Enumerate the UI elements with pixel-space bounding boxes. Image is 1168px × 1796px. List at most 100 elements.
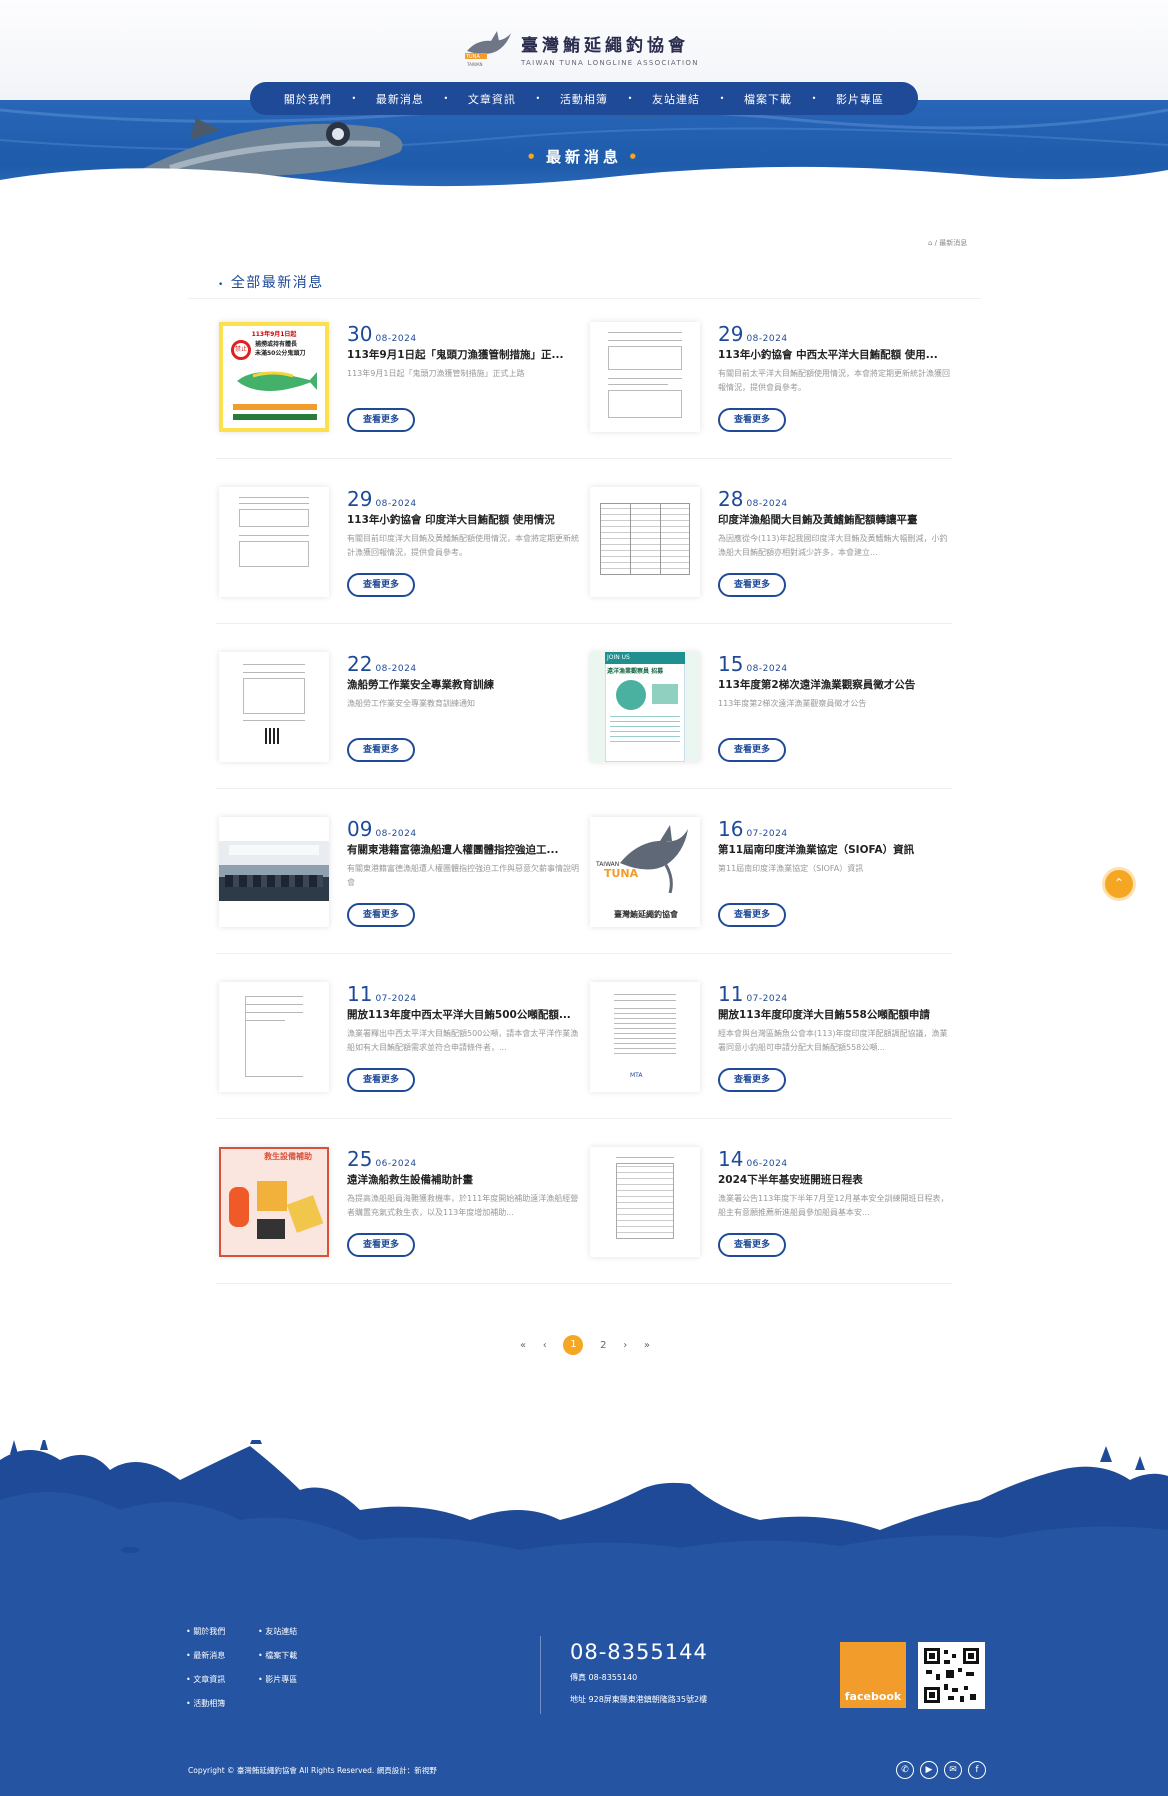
page-1-button[interactable]: 1: [563, 1335, 584, 1355]
contact-phone[interactable]: 08-8355144: [570, 1640, 708, 1664]
read-more-button[interactable]: 查看更多: [718, 573, 786, 597]
news-thumbnail[interactable]: [590, 487, 700, 597]
nav-about[interactable]: 關於我們: [284, 91, 332, 107]
news-thumbnail[interactable]: JOIN US 遠洋漁業觀察員 招募: [590, 652, 700, 762]
row-divider: [216, 458, 952, 459]
nav-downloads[interactable]: 檔案下載: [744, 91, 792, 107]
news-thumbnail[interactable]: [219, 982, 329, 1092]
section-title: • 全部最新消息: [218, 275, 324, 291]
thumb-text: 捕撈或持有體長 未滿50公分鬼頭刀: [255, 341, 306, 357]
news-excerpt: 經本會與台灣區鮪魚公會本(113)年度印度洋配額調配協議，漁業署同意小釣船可申請…: [718, 1029, 948, 1052]
news-thumbnail[interactable]: [219, 487, 329, 597]
news-thumbnail[interactable]: [590, 1147, 700, 1257]
next-page-button[interactable]: ›: [623, 1340, 627, 1351]
news-card: 11 07-2024 開放113年度中西太平洋大目鮪500公噸配額... 漁業署釋…: [219, 982, 589, 1097]
page-2-button[interactable]: 2: [600, 1340, 606, 1351]
news-date: 11 07-2024: [347, 982, 417, 1006]
svg-text:TAIWAN: TAIWAN: [466, 62, 483, 67]
footer-link-about[interactable]: • 關於我們: [186, 1626, 225, 1650]
row-divider: [216, 953, 952, 954]
read-more-button[interactable]: 查看更多: [718, 903, 786, 927]
news-title[interactable]: 第11屆南印度洋漁業協定（SIOFA）資訊: [718, 842, 950, 857]
row-divider: [216, 1118, 952, 1119]
page-title: • 最新消息 •: [526, 148, 642, 166]
news-title[interactable]: 113年度第2梯次遠洋漁業觀察員徵才公告: [718, 677, 950, 692]
nav-articles[interactable]: 文章資訊: [468, 91, 516, 107]
news-date: 16 07-2024: [718, 817, 788, 841]
news-thumbnail[interactable]: MTA: [590, 982, 700, 1092]
news-title[interactable]: 113年小釣協會 印度洋大目鮪配額 使用情況: [347, 512, 579, 527]
news-title[interactable]: 2024下半年基安班開班日程表: [718, 1172, 950, 1187]
svg-text:TUNA: TUNA: [465, 54, 480, 60]
news-thumbnail[interactable]: 救生設備補助: [219, 1147, 329, 1257]
footer-link-albums[interactable]: • 活動相簿: [186, 1698, 225, 1722]
read-more-button[interactable]: 查看更多: [718, 408, 786, 432]
prev-page-button[interactable]: ‹: [543, 1340, 547, 1351]
footer-link-articles[interactable]: • 文章資訊: [186, 1674, 225, 1698]
read-more-button[interactable]: 查看更多: [718, 738, 786, 762]
nav-news[interactable]: 最新消息: [376, 91, 424, 107]
read-more-button[interactable]: 查看更多: [347, 1233, 415, 1257]
footer-link-videos[interactable]: • 影片專區: [258, 1674, 297, 1698]
nav-videos[interactable]: 影片專區: [836, 91, 884, 107]
news-excerpt: 漁船勞工作業安全專業教育訓練通知: [347, 699, 475, 708]
read-more-button[interactable]: 查看更多: [718, 1068, 786, 1092]
read-more-button[interactable]: 查看更多: [718, 1233, 786, 1257]
news-title[interactable]: 開放113年度中西太平洋大目鮪500公噸配額...: [347, 1007, 579, 1022]
read-more-button[interactable]: 查看更多: [347, 573, 415, 597]
footer-link-links[interactable]: • 友站連結: [258, 1626, 297, 1650]
news-card: JOIN US 遠洋漁業觀察員 招募 15 08-2024 113年度第2梯次遠洋…: [590, 652, 960, 767]
news-date: 14 06-2024: [718, 1147, 788, 1171]
news-title[interactable]: 印度洋漁船間大目鮪及黃鰭鮪配額轉讓平臺: [718, 512, 950, 527]
read-more-button[interactable]: 查看更多: [347, 738, 415, 762]
news-date: 29 08-2024: [347, 487, 417, 511]
thumb-heading: 113年9月1日起: [251, 331, 297, 338]
back-to-top-button[interactable]: ⌃: [1102, 867, 1136, 901]
news-title[interactable]: 113年9月1日起「鬼頭刀漁獲管制措施」正...: [347, 347, 579, 362]
mail-icon[interactable]: ✉: [944, 1761, 962, 1779]
first-page-button[interactable]: «: [520, 1340, 526, 1351]
facebook-button[interactable]: facebook: [840, 1642, 906, 1708]
thumb-bar: [233, 404, 317, 410]
news-card: 14 06-2024 2024下半年基安班開班日程表 漁業署公告113年度下半年7…: [590, 1147, 960, 1262]
news-title[interactable]: 有關東港籍富德漁船遭人權團體指控強迫工...: [347, 842, 579, 857]
nav-links[interactable]: 友站連結: [652, 91, 700, 107]
footer-link-news[interactable]: • 最新消息: [186, 1650, 225, 1674]
tuna-logo-icon: TUNA TAIWAN: [463, 29, 513, 69]
news-thumbnail[interactable]: [219, 817, 329, 927]
youtube-icon[interactable]: ▶: [920, 1761, 938, 1779]
nav-albums[interactable]: 活動相簿: [560, 91, 608, 107]
phone-icon[interactable]: ✆: [896, 1761, 914, 1779]
news-thumbnail[interactable]: 113年9月1日起 禁止 捕撈或持有體長 未滿50公分鬼頭刀: [219, 322, 329, 432]
news-title[interactable]: 漁船勞工作業安全專業教育訓練: [347, 677, 579, 692]
read-more-button[interactable]: 查看更多: [347, 903, 415, 927]
news-thumbnail[interactable]: TAIWAN TUNA 臺灣鮪延繩釣協會: [590, 817, 700, 927]
news-thumbnail[interactable]: [590, 322, 700, 432]
news-date: 25 06-2024: [347, 1147, 417, 1171]
news-date: 28 08-2024: [718, 487, 788, 511]
footer-divider: [540, 1636, 541, 1714]
footer-links-col2: • 友站連結 • 檔案下載 • 影片專區: [258, 1626, 297, 1698]
nav-separator: •: [811, 94, 817, 103]
read-more-button[interactable]: 查看更多: [347, 1068, 415, 1092]
read-more-button[interactable]: 查看更多: [347, 408, 415, 432]
news-card: 救生設備補助 25 06-2024 遠洋漁船救生設備補助計畫 為提高漁船船員海難獲…: [219, 1147, 589, 1262]
nav-separator: •: [351, 94, 357, 103]
last-page-button[interactable]: »: [644, 1340, 650, 1351]
footer: [0, 1430, 1168, 1796]
news-card: 22 08-2024 漁船勞工作業安全專業教育訓練 漁船勞工作業安全專業教育訓練通…: [219, 652, 589, 767]
footer-links-col1: • 關於我們 • 最新消息 • 文章資訊 • 活動相簿: [186, 1626, 225, 1722]
news-title[interactable]: 開放113年度印度洋大目鮪558公噸配額申請: [718, 1007, 950, 1022]
news-title[interactable]: 遠洋漁船救生設備補助計畫: [347, 1172, 579, 1187]
footer-link-downloads[interactable]: • 檔案下載: [258, 1650, 297, 1674]
news-date: 22 08-2024: [347, 652, 417, 676]
news-title[interactable]: 113年小釣協會 中西太平洋大目鮪配額 使用...: [718, 347, 950, 362]
site-logo[interactable]: TUNA TAIWAN 臺灣鮪延繩釣協會 TAIWAN TUNA LONGLIN…: [463, 28, 713, 70]
news-card: 29 08-2024 113年小釣協會 印度洋大目鮪配額 使用情況 有關目前印度洋…: [219, 487, 589, 602]
news-excerpt: 漁業署釋出中西太平洋大目鮪配額500公噸，請本會太平洋作業漁船如有大目鮪配額需求…: [347, 1029, 579, 1052]
breadcrumb[interactable]: ⌂ / 最新消息: [928, 238, 967, 248]
news-date: 30 08-2024: [347, 322, 417, 346]
news-thumbnail[interactable]: [219, 652, 329, 762]
main-nav: 關於我們 • 最新消息 • 文章資訊 • 活動相簿 • 友站連結 • 檔案下載 • 影片專區: [250, 82, 918, 115]
facebook-icon[interactable]: f: [968, 1761, 986, 1779]
